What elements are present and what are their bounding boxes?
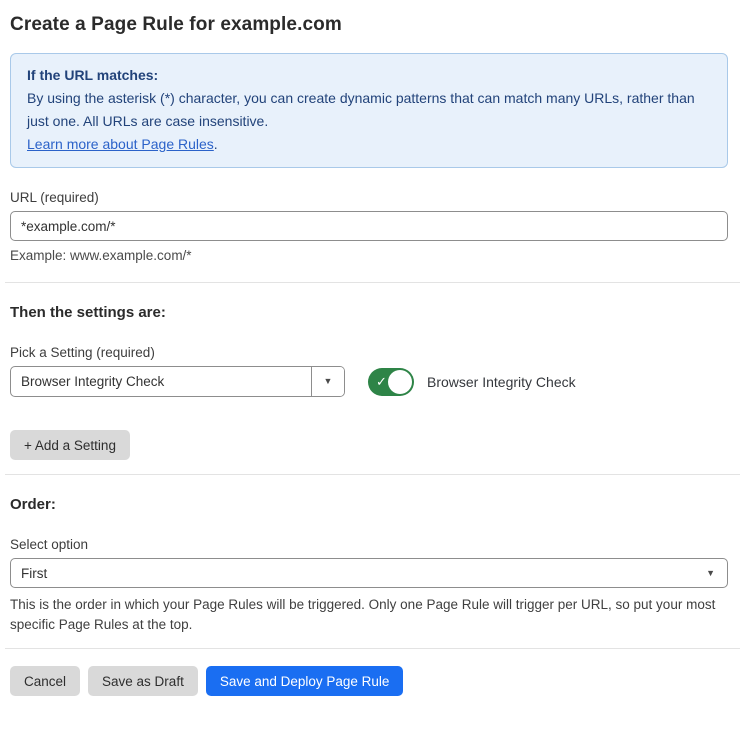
setting-row: Browser Integrity Check ▼ ✓ Browser Inte… [10, 366, 728, 397]
info-box-heading: If the URL matches: [27, 64, 711, 87]
page-title: Create a Page Rule for example.com [10, 14, 728, 36]
select-option-label: Select option [10, 537, 728, 552]
link-suffix: . [214, 136, 218, 152]
url-input[interactable] [10, 211, 728, 241]
order-select[interactable]: First ▼ [10, 558, 728, 588]
toggle-knob [388, 370, 412, 394]
chevron-down-icon: ▼ [324, 377, 333, 386]
browser-integrity-toggle-group: ✓ Browser Integrity Check [368, 368, 576, 396]
cancel-button[interactable]: Cancel [10, 666, 80, 696]
learn-more-link[interactable]: Learn more about Page Rules [27, 136, 214, 152]
create-page-rule-form: Create a Page Rule for example.com If th… [0, 14, 750, 696]
url-label: URL (required) [10, 190, 728, 205]
add-setting-button[interactable]: + Add a Setting [10, 430, 130, 460]
order-help-text: This is the order in which your Page Rul… [10, 595, 728, 635]
pick-setting-label: Pick a Setting (required) [10, 345, 728, 360]
settings-section-heading: Then the settings are: [10, 304, 728, 321]
info-box-body: By using the asterisk (*) character, you… [27, 87, 711, 133]
save-and-deploy-button[interactable]: Save and Deploy Page Rule [206, 666, 404, 696]
divider [5, 648, 740, 649]
check-icon: ✓ [376, 375, 387, 388]
save-as-draft-button[interactable]: Save as Draft [88, 666, 198, 696]
setting-dropdown[interactable]: Browser Integrity Check ▼ [10, 366, 345, 397]
url-matches-info-box: If the URL matches: By using the asteris… [10, 53, 728, 168]
footer-actions: Cancel Save as Draft Save and Deploy Pag… [10, 666, 728, 696]
url-example-text: Example: www.example.com/* [10, 248, 728, 263]
chevron-down-icon: ▼ [706, 569, 715, 578]
setting-dropdown-arrow-button[interactable]: ▼ [311, 367, 344, 396]
divider [5, 282, 740, 283]
divider [5, 474, 740, 475]
order-section-heading: Order: [10, 496, 728, 513]
setting-dropdown-value: Browser Integrity Check [11, 367, 311, 396]
order-select-value: First [21, 566, 706, 581]
toggle-label: Browser Integrity Check [427, 374, 576, 390]
info-box-link-line: Learn more about Page Rules. [27, 133, 711, 156]
browser-integrity-toggle[interactable]: ✓ [368, 368, 414, 396]
